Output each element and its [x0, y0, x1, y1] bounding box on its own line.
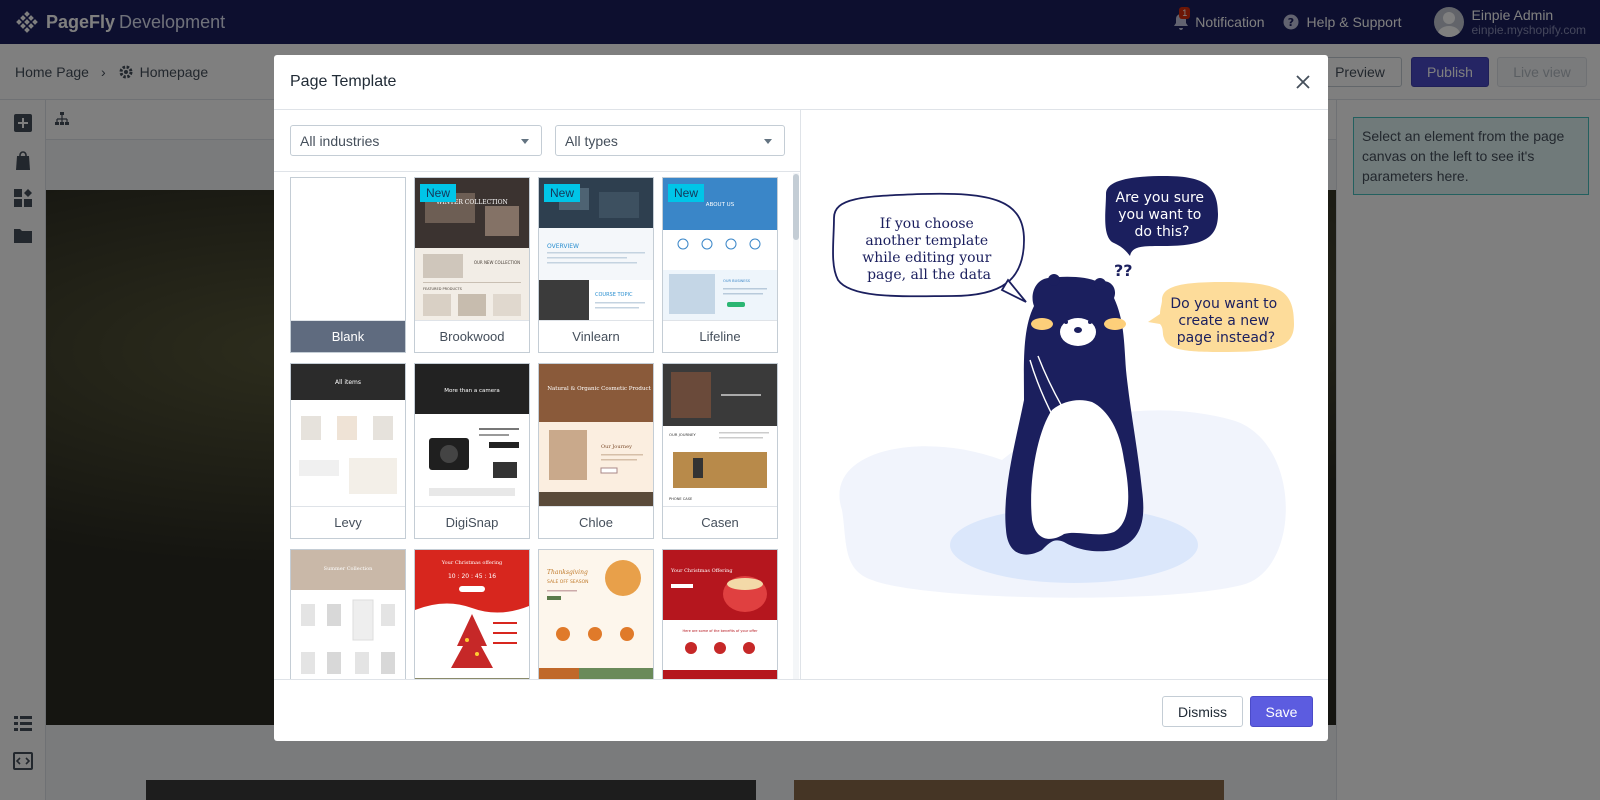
template-name: DigiSnap	[415, 506, 529, 538]
thumb-text: ABOUT US	[706, 202, 735, 208]
template-name: Blank	[291, 320, 405, 352]
thumb-text: Here are some of the benefits of your of…	[682, 629, 758, 633]
template-thumbnail: Natural & Organic Cosmetic Product Our J…	[539, 364, 653, 506]
new-badge: New	[544, 184, 581, 202]
bubble-left-line: while editing your	[862, 250, 991, 266]
new-badge: New	[420, 184, 457, 202]
svg-text:Do you want to create: Do you want to create a new page instead…	[1170, 296, 1281, 346]
save-button[interactable]: Save	[1250, 696, 1313, 727]
template-preview: If you choose another template while edi…	[802, 110, 1328, 679]
modal-footer: Dismiss Save	[274, 679, 1328, 741]
bubble-right-line: create a new	[1178, 313, 1269, 329]
bubble-left-line: page, all the data	[867, 267, 991, 283]
thumb-text: 10 : 20 : 45 : 16	[448, 573, 496, 580]
thumb-text: Natural & Organic Cosmetic Product	[547, 386, 651, 392]
industry-select-value: All industries	[300, 132, 380, 149]
gallery-scrollbar[interactable]	[793, 174, 799, 240]
template-thumbnail: Summer Collection	[291, 550, 405, 679]
bubble-top-line: Are you sure	[1116, 190, 1205, 206]
bubble-left-line: another template	[865, 233, 988, 249]
template-thumbnail: OUR JOURNEY PHONE CASE	[663, 364, 777, 506]
template-card[interactable]: Your Christmas Offering Here are some of…	[662, 549, 778, 679]
template-card-digisnap[interactable]: More than a camera DigiSnap	[414, 363, 530, 539]
thumb-text: Summer Collection	[324, 566, 373, 572]
template-thumbnail: Thanksgiving SALE OFF SEASON	[539, 550, 653, 679]
new-badge: New	[668, 184, 705, 202]
thumb-text: Our Journey	[601, 444, 632, 450]
gallery-scroll-track[interactable]	[793, 173, 799, 679]
template-card-vinlearn[interactable]: OVERVIEW COURSE TOPIC New Vinlearn	[538, 177, 654, 353]
template-card-casen[interactable]: OUR JOURNEY PHONE CASE Casen	[662, 363, 778, 539]
type-select[interactable]: All types	[555, 125, 785, 156]
thumb-text: FEATURED PRODUCTS	[423, 287, 463, 291]
bubble-top-line: do this?	[1135, 224, 1190, 240]
template-gallery: All industries All types Blank WINTER CO…	[274, 110, 801, 679]
thumb-text: Your Christmas offering	[441, 560, 503, 566]
template-name: Casen	[663, 506, 777, 538]
template-name: Chloe	[539, 506, 653, 538]
close-icon[interactable]	[1292, 71, 1314, 93]
template-card-blank[interactable]: Blank	[290, 177, 406, 353]
thumb-text: All items	[335, 379, 361, 386]
template-thumbnail: Your Christmas Offering Here are some of…	[663, 550, 777, 679]
thumb-text: OUR NEW COLLECTION	[474, 260, 520, 265]
thumb-text: Thanksgiving	[547, 569, 588, 576]
template-thumbnail: More than a camera	[415, 364, 529, 506]
thumb-text: COURSE TOPIC	[595, 292, 633, 298]
bubble-top-line: you want to	[1118, 207, 1201, 223]
svg-text:If you choose another: If you choose another template while edi…	[862, 216, 995, 283]
template-card-levy[interactable]: All items Levy	[290, 363, 406, 539]
template-thumbnail: All items	[291, 364, 405, 506]
thumb-text: OVERVIEW	[547, 243, 579, 250]
thumb-text: OUR BUSINESS	[723, 279, 751, 283]
bubble-left-line: If you choose	[880, 216, 974, 232]
page-template-modal: Page Template All industries All types B…	[274, 55, 1328, 741]
template-card-chloe[interactable]: Natural & Organic Cosmetic Product Our J…	[538, 363, 654, 539]
template-name: Levy	[291, 506, 405, 538]
template-card-brookwood[interactable]: WINTER COLLECTION OUR NEW COLLECTION FEA…	[414, 177, 530, 353]
thumb-text: SALE OFF SEASON	[547, 579, 589, 585]
template-card-lifeline[interactable]: ABOUT US OUR BUSINESS New Lifeline	[662, 177, 778, 353]
thumb-text: More than a camera	[444, 388, 500, 394]
modal-header: Page Template	[274, 55, 1328, 110]
template-card[interactable]: Thanksgiving SALE OFF SEASON	[538, 549, 654, 679]
template-name: Lifeline	[663, 320, 777, 352]
type-select-value: All types	[565, 132, 618, 149]
thumb-text: Your Christmas Offering	[670, 568, 733, 574]
template-name: Brookwood	[415, 320, 529, 352]
bubble-right-line: Do you want to	[1170, 296, 1277, 312]
industry-select[interactable]: All industries	[290, 125, 542, 156]
template-card[interactable]: Summer Collection	[290, 549, 406, 679]
question-marks: ??	[1114, 261, 1133, 280]
caret-down-icon	[764, 139, 772, 144]
template-filters: All industries All types	[274, 110, 800, 172]
modal-title: Page Template	[290, 73, 397, 90]
thumb-text: PHONE CASE	[669, 497, 693, 501]
bubble-right-line: page instead?	[1177, 330, 1275, 346]
bear-illustration: If you choose another template while edi…	[832, 176, 1294, 598]
caret-down-icon	[521, 139, 529, 144]
template-card[interactable]: Your Christmas offering 10 : 20 : 45 : 1…	[414, 549, 530, 679]
thumb-text: OUR JOURNEY	[669, 432, 696, 437]
dismiss-button[interactable]: Dismiss	[1162, 696, 1243, 727]
template-thumbnail: Your Christmas offering 10 : 20 : 45 : 1…	[415, 550, 529, 679]
template-thumbnail	[291, 178, 405, 320]
template-name: Vinlearn	[539, 320, 653, 352]
